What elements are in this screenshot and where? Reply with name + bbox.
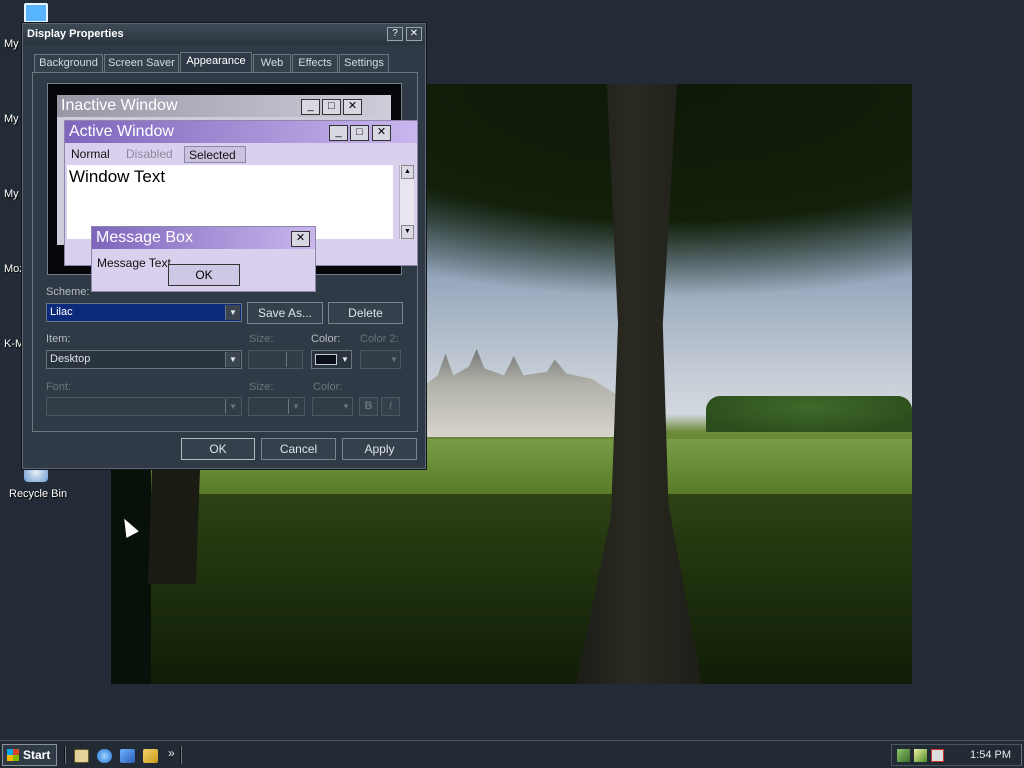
wallpaper-tree-shadow (111, 494, 912, 684)
desktop-icon-label: My (4, 38, 19, 50)
chevron-down-icon: ▼ (225, 352, 240, 367)
preview-menu-selected[interactable]: Selected (184, 146, 246, 163)
scroll-up-icon: ▲ (401, 165, 414, 179)
item-value: Desktop (50, 353, 91, 365)
font-label: Font: (46, 381, 72, 393)
preview-ok-button[interactable]: OK (168, 264, 240, 286)
dialog-title: Display Properties (27, 28, 124, 40)
windows-logo-icon (7, 749, 19, 761)
preview-message-box[interactable]: Message Box ✕ Message Text OK (91, 226, 316, 292)
scheme-select[interactable]: Lilac ▼ (46, 303, 242, 322)
show-desktop-icon[interactable] (74, 749, 89, 763)
close-button[interactable]: ✕ (406, 27, 422, 41)
maximize-icon: □ (322, 99, 341, 115)
outlook-express-icon[interactable] (120, 749, 135, 763)
wallpaper-chateau (426, 349, 621, 437)
tab-effects[interactable]: Effects (292, 54, 338, 72)
preview-menu-disabled[interactable]: Disabled (126, 146, 173, 163)
desktop-icon-label: Recycle Bin (9, 488, 68, 500)
italic-button[interactable]: I (381, 397, 400, 416)
item-size-spinner[interactable] (248, 350, 303, 369)
font-size-select[interactable]: ▼ (248, 397, 305, 416)
cancel-button[interactable]: Cancel (261, 438, 336, 460)
item-label: Item: (46, 333, 71, 345)
wallpaper-treeline (706, 396, 912, 432)
scheme-label: Scheme: (46, 286, 90, 298)
dialog-titlebar[interactable]: Display Properties ? ✕ (23, 24, 425, 45)
preview-message-titlebar: Message Box (92, 227, 315, 249)
explorer-folder-icon[interactable] (143, 749, 158, 763)
start-label: Start (23, 748, 51, 762)
font-color-picker[interactable]: ▼ (312, 397, 353, 416)
close-icon: ✕ (291, 231, 310, 247)
preview-menu-normal[interactable]: Normal (71, 146, 110, 163)
preview-message-text: Message Text (97, 256, 171, 270)
scroll-down-icon: ▼ (401, 225, 414, 239)
display-properties-dialog: Display Properties ? ✕ Background Screen… (22, 23, 426, 469)
taskbar: Start » 1:54 PM (0, 740, 1024, 768)
tab-screen-saver[interactable]: Screen Saver (104, 54, 179, 72)
taskbar-separator (180, 746, 182, 764)
font-select[interactable]: ▼ (46, 397, 242, 416)
taskbar-separator (64, 746, 66, 764)
preview-inactive-title: Inactive Window (61, 97, 178, 114)
close-icon: ✕ (343, 99, 362, 115)
chevron-down-icon: ▼ (288, 399, 303, 414)
taskbar-clock[interactable]: 1:54 PM (970, 749, 1011, 761)
window-text-label: Window Text (69, 167, 166, 186)
safely-remove-icon[interactable] (914, 749, 927, 762)
item-color2-picker[interactable]: ▼ (360, 350, 401, 369)
quick-launch-chevron-icon[interactable]: » (168, 746, 175, 760)
preview-scrollbar[interactable]: ▲ ▼ (399, 165, 414, 239)
item-select[interactable]: Desktop ▼ (46, 350, 242, 369)
chevron-down-icon: ▼ (390, 355, 398, 364)
chevron-down-icon: ▼ (341, 355, 349, 364)
item-color2-label: Color 2: (360, 333, 399, 345)
close-icon: ✕ (372, 125, 391, 141)
tab-web[interactable]: Web (253, 54, 291, 72)
minimize-icon: _ (301, 99, 320, 115)
save-as-button[interactable]: Save As... (247, 302, 323, 324)
bold-button[interactable]: B (359, 397, 378, 416)
desktop-icon-label: My (4, 188, 19, 200)
network-icon[interactable] (897, 749, 910, 762)
spinner-arrows-icon (286, 352, 301, 367)
chevron-down-icon: ▼ (342, 402, 350, 411)
chevron-down-icon: ▼ (225, 305, 240, 320)
preview-message-title: Message Box (96, 229, 193, 246)
tab-appearance[interactable]: Appearance (180, 52, 252, 73)
scheme-value: Lilac (50, 306, 73, 318)
delete-scheme-button[interactable]: Delete (328, 302, 403, 324)
preview-active-title: Active Window (69, 123, 174, 140)
volume-muted-icon[interactable] (931, 749, 944, 762)
font-size-label: Size: (249, 381, 274, 393)
start-button[interactable]: Start (2, 744, 57, 766)
font-color-label: Color: (313, 381, 343, 393)
item-color-label: Color: (311, 333, 341, 345)
tab-background[interactable]: Background (34, 54, 103, 72)
internet-explorer-icon[interactable] (97, 749, 112, 763)
help-button[interactable]: ? (387, 27, 403, 41)
item-color-picker[interactable]: ▼ (311, 350, 352, 369)
color-swatch (315, 354, 337, 365)
item-size-label: Size: (249, 333, 274, 345)
computer-icon (24, 3, 48, 23)
system-tray: 1:54 PM (891, 744, 1022, 766)
chevron-down-icon: ▼ (225, 399, 240, 414)
apply-button[interactable]: Apply (342, 438, 417, 460)
ok-button[interactable]: OK (181, 438, 255, 460)
maximize-icon: □ (350, 125, 369, 141)
tab-settings[interactable]: Settings (339, 54, 389, 72)
minimize-icon: _ (329, 125, 348, 141)
